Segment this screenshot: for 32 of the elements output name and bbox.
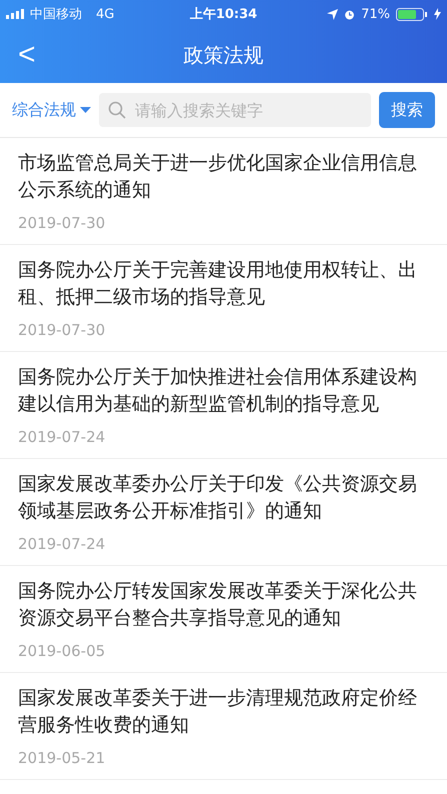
status-time: 上午10:34 (190, 6, 258, 23)
charging-bolt-icon (434, 8, 442, 20)
article-item[interactable]: 国务院办公厅关于加快推进社会信用体系建设构建以信用为基础的新型监管机制的指导意见 2019-07-24 (0, 352, 447, 459)
article-item[interactable]: 国务院办公厅关于完善建设用地使用权转让、出租、抵押二级市场的指导意见 2019-07-30 (0, 245, 447, 352)
location-arrow-icon (327, 8, 338, 20)
article-title: 国家发展改革委关于进一步清理规范政府定价经营服务性收费的通知 (18, 686, 418, 738)
article-item[interactable]: 市场监管总局关于进一步优化国家企业信用信息公示系统的通知 2019-07-30 (0, 138, 447, 245)
battery-percent: 71% (361, 6, 390, 22)
caret-icon (80, 106, 91, 114)
article-title: 国家发展改革委办公厅关于印发《公共资源交易领域基层政务公开标准指引》的通知 (18, 472, 418, 524)
article-title: 国务院办公厅关于完善建设用地使用权转让、出租、抵押二级市场的指导意见 (18, 258, 418, 310)
article-item[interactable]: 国家发展改革委关于进一步清理规范政府定价经营服务性收费的通知 2019-05-21 (0, 673, 447, 780)
article-date: 2019-07-24 (18, 427, 106, 448)
article-title: 国务院办公厅关于加快推进社会信用体系建设构建以信用为基础的新型监管机制的指导意见 (18, 365, 418, 417)
article-date: 2019-06-05 (18, 641, 106, 662)
signal-icon (6, 9, 24, 19)
article-date: 2019-07-24 (18, 534, 106, 555)
article-date: 2019-07-30 (18, 320, 106, 341)
article-item[interactable]: 国务院办公厅转发国家发展改革委关于深化公共资源交易平台整合共享指导意见的通知 2019-06-05 (0, 566, 447, 673)
page-title: 政策法规 (184, 42, 264, 69)
article-item[interactable]: 国家发展改革委办公厅关于印发《公共资源交易领域基层政务公开标准指引》的通知 2019-07-24 (0, 459, 447, 566)
battery-icon (396, 8, 428, 20)
search-field[interactable]: 请输入搜索关键字 (99, 93, 371, 127)
search-button[interactable]: 搜索 (379, 92, 435, 128)
article-title: 国务院办公厅转发国家发展改革委关于深化公共资源交易平台整合共享指导意见的通知 (18, 579, 418, 631)
category-dropdown[interactable]: 综合法规 (12, 100, 91, 120)
article-date: 2019-05-21 (18, 748, 106, 769)
carrier-name: 中国移动 (30, 6, 82, 23)
network-type: 4G (96, 6, 114, 22)
article-title: 市场监管总局关于进一步优化国家企业信用信息公示系统的通知 (18, 151, 418, 203)
alarm-clock-icon (344, 8, 356, 20)
article-date: 2019-07-30 (18, 213, 106, 234)
